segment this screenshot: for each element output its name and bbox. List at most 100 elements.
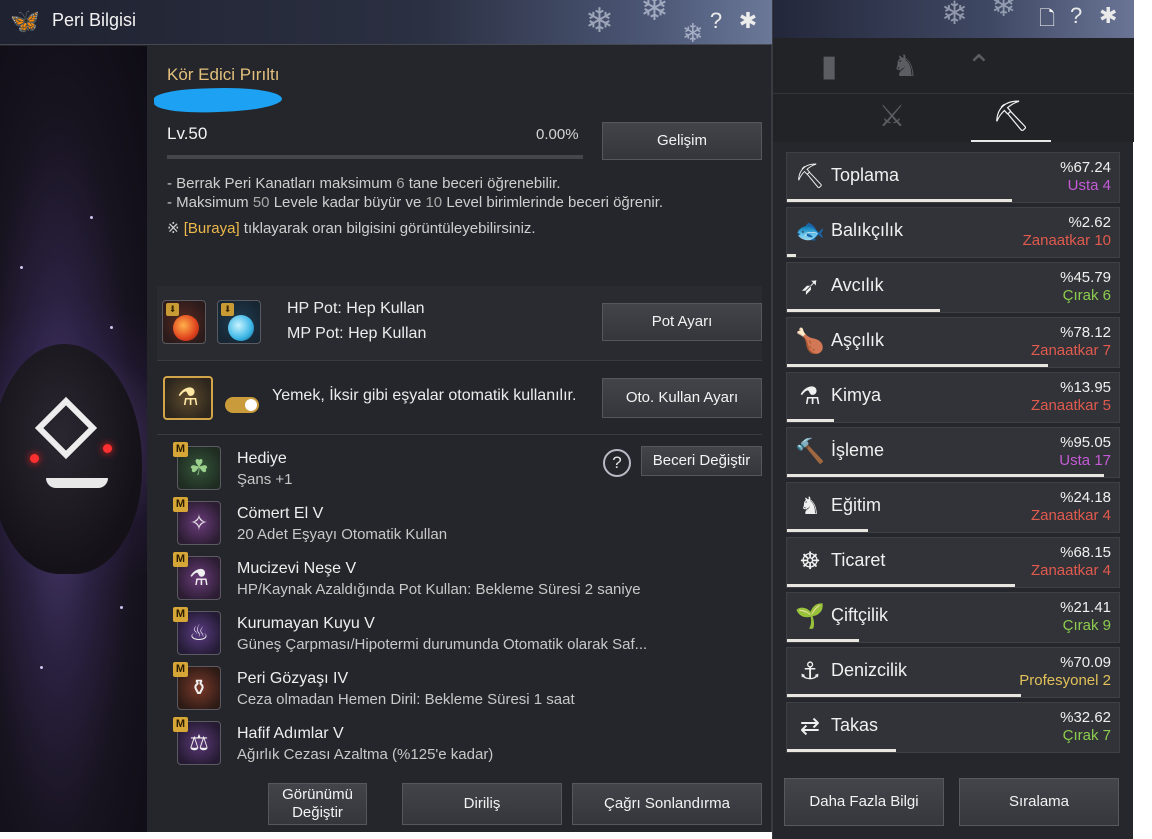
- skill-desc: Ağırlık Cezası Azaltma (%125'e kadar): [237, 746, 494, 763]
- rank-name: Zanaatkar: [1030, 562, 1099, 579]
- life-skill-percent: %24.18: [1060, 489, 1111, 506]
- life-skill-row[interactable]: ➶ Avcılık %45.79 Çırak 6: [786, 262, 1120, 313]
- fairy-name: Kör Edici Pırıltı: [167, 65, 280, 84]
- rank-level: 4: [1102, 177, 1111, 194]
- window-title: Peri Bilgisi: [52, 10, 137, 30]
- life-skill-row[interactable]: 🌱 Çiftçilik %21.41 Çırak 9: [786, 592, 1120, 643]
- revive-button[interactable]: Diriliş: [402, 783, 562, 825]
- life-skill-row[interactable]: ⚗ Kimya %13.95 Zanaatkar 5: [786, 372, 1120, 423]
- life-skill-name: Avcılık: [831, 275, 884, 295]
- life-skill-progress-bar: [787, 584, 1015, 587]
- mp-pot-label: MP Pot: Hep Kullan: [287, 325, 427, 342]
- bar-chart-icon[interactable]: ▮: [809, 50, 849, 84]
- life-skill-row[interactable]: ⛏ Toplama %67.24 Usta 4: [786, 152, 1120, 203]
- rate-info-link[interactable]: [Buraya]: [184, 220, 240, 237]
- hp-pot-ball: [173, 315, 199, 341]
- butterfly-icon: 🦋: [10, 8, 40, 35]
- fish-icon: 🐟: [795, 218, 825, 245]
- life-skill-row[interactable]: 🔨 İşleme %95.05 Usta 17: [786, 427, 1120, 478]
- life-skill-name: Eğitim: [831, 495, 882, 515]
- life-skill-percent: %32.62: [1060, 709, 1111, 726]
- crossed-swords-icon[interactable]: ⚔: [852, 94, 932, 142]
- m-badge: M: [173, 552, 188, 567]
- hp-pot-label: HP Pot: Hep Kullan: [287, 300, 425, 317]
- skill-desc: 20 Adet Eşyayı Otomatik Kullan: [237, 526, 448, 543]
- life-skill-rank: Profesyonel 2: [1019, 672, 1111, 689]
- rifle-icon: ➶: [799, 273, 821, 300]
- ranking-button[interactable]: Sıralama: [959, 778, 1119, 826]
- rank-level: 10: [1094, 232, 1111, 249]
- skill-help-button[interactable]: ?: [603, 449, 631, 477]
- life-skill-percent: %2.62: [1068, 214, 1111, 231]
- rank-level: 4: [1102, 507, 1111, 524]
- life-skills-titlebar[interactable]: ❄ ❄ 🗋 ? ✱: [773, 0, 1134, 38]
- skill-desc: HP/Kaynak Azaldığında Pot Kullan: Beklem…: [237, 581, 641, 598]
- change-skill-button[interactable]: Beceri Değiştir: [641, 446, 762, 476]
- life-skill-row[interactable]: ☸ Ticaret %68.15 Zanaatkar 4: [786, 537, 1120, 588]
- change-appearance-line2: Değiştir: [292, 804, 343, 821]
- rank-name: Çırak: [1062, 617, 1099, 634]
- life-skill-progress-bar: [787, 474, 1104, 477]
- toggle-knob: [245, 399, 257, 411]
- pickaxe-icon[interactable]: ⛏: [971, 94, 1051, 142]
- horse-head-icon[interactable]: ♞: [885, 50, 925, 84]
- document-icon[interactable]: 🗋: [1039, 4, 1055, 38]
- redaction-scribble: [153, 85, 283, 115]
- life-skill-row[interactable]: ⇄ Takas %32.62 Çırak 7: [786, 702, 1120, 753]
- change-appearance-button[interactable]: Görünümü Değiştir: [268, 783, 367, 825]
- rank-level: 17: [1094, 452, 1111, 469]
- fairy-mouth: [46, 478, 108, 488]
- skill-name: Kurumayan Kuyu V: [237, 615, 375, 632]
- exchange-icon: ⇄: [799, 713, 821, 740]
- life-skill-row[interactable]: 🐟 Balıkçılık %2.62 Zanaatkar 10: [786, 207, 1120, 258]
- fairy-info-titlebar[interactable]: 🦋 Peri Bilgisi ❄ ❄ ❄ ? ✱: [0, 0, 772, 48]
- pot-arrow-icon: ⬇: [166, 303, 179, 316]
- close-icon[interactable]: ✱: [736, 8, 760, 34]
- auto-use-text: Yemek, İksir gibi eşyalar otomatik kulla…: [272, 387, 577, 404]
- rate-info-note: ※ [Buraya] tıklayarak oran bilgisini gör…: [167, 220, 536, 237]
- roast-icon: 🍗: [795, 328, 825, 355]
- skill-name: Mucizevi Neşe V: [237, 560, 357, 577]
- snowflake-decoration-icon: ❄: [682, 18, 704, 48]
- double-chevron-up-icon[interactable]: ⌃: [959, 50, 999, 84]
- life-skill-row[interactable]: ♞ Eğitim %24.18 Zanaatkar 4: [786, 482, 1120, 533]
- auto-use-icon: ⚗: [163, 376, 213, 420]
- top-tab-bar: ▮ ♞ ⌃: [773, 38, 1134, 94]
- help-button[interactable]: ?: [1070, 3, 1082, 29]
- rank-name: Zanaatkar: [1030, 507, 1099, 524]
- life-skill-progress-bar: [787, 309, 940, 312]
- hammer-icon: 🔨: [795, 438, 825, 465]
- more-info-button[interactable]: Daha Fazla Bilgi: [784, 778, 944, 826]
- skill-name: Hediye: [237, 450, 287, 467]
- mp-pot-icon: ⬇: [217, 300, 261, 344]
- skill-desc: Ceza olmadan Hemen Diril: Bekleme Süresi…: [237, 691, 575, 708]
- skill-name: Hafif Adımlar V: [237, 725, 344, 742]
- m-badge: M: [173, 442, 188, 457]
- life-skill-progress-bar: [787, 749, 896, 752]
- life-skill-percent: %21.41: [1060, 599, 1111, 616]
- pot-settings-button[interactable]: Pot Ayarı: [602, 303, 762, 341]
- life-skill-progress-bar: [787, 199, 1012, 202]
- life-skill-name: Kimya: [831, 385, 882, 405]
- life-skill-rank: Çırak 9: [1063, 617, 1111, 634]
- life-skill-percent: %68.15: [1060, 544, 1111, 561]
- life-skill-progress-bar: [787, 364, 1048, 367]
- life-skill-name: Aşçılık: [831, 330, 885, 350]
- snowflake-decoration-icon: ❄: [991, 0, 1017, 23]
- auto-use-toggle[interactable]: [225, 397, 259, 413]
- help-button[interactable]: ?: [704, 8, 728, 34]
- growth-button[interactable]: Gelişim: [602, 122, 762, 160]
- close-icon[interactable]: ✱: [1099, 3, 1117, 29]
- life-skills-window: ❄ ❄ 🗋 ? ✱ ▮ ♞ ⌃ ⚔ ⛏ ⛏ Toplama %67.24 Usta 4…: [772, 0, 1134, 839]
- level-progress-bar: [167, 155, 583, 159]
- life-skill-name: Toplama: [831, 165, 900, 185]
- rank-name: Zanaatkar: [1022, 232, 1091, 249]
- life-skill-rank: Zanaatkar 10: [1023, 232, 1111, 249]
- auto-use-settings-button[interactable]: Oto. Kullan Ayarı: [602, 378, 762, 418]
- sub-tab-bar: ⚔ ⛏: [773, 94, 1134, 142]
- life-skill-rank: Çırak 7: [1063, 727, 1111, 744]
- life-skill-row[interactable]: ⚓ Denizcilik %70.09 Profesyonel 2: [786, 647, 1120, 698]
- life-skill-row[interactable]: 🍗 Aşçılık %78.12 Zanaatkar 7: [786, 317, 1120, 368]
- end-summon-button[interactable]: Çağrı Sonlandırma: [572, 783, 762, 825]
- level-progress-text: 0.00%: [536, 126, 579, 143]
